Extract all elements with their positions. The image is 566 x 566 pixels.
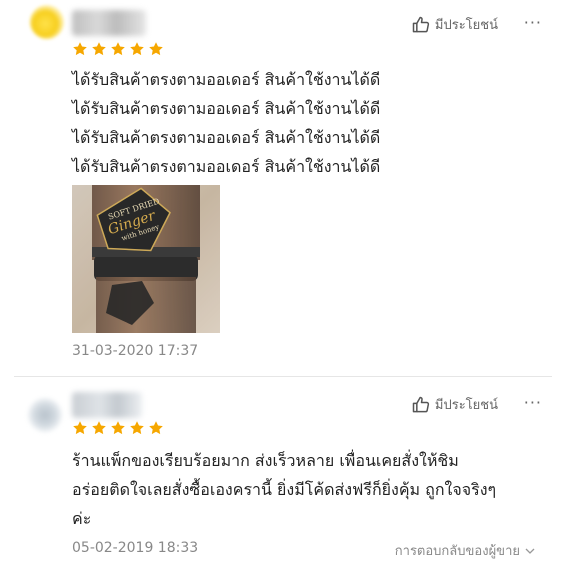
helpful-label: มีประโยชน์ (434, 18, 498, 33)
review-text: ร้านแพ็กของเรียบร้อยมาก ส่งเร็วหลาย เพื่… (72, 446, 536, 533)
star-icon (92, 42, 106, 56)
thumbs-up-icon (412, 16, 429, 32)
username-blurred[interactable] (72, 392, 142, 418)
review-date: 05-02-2019 18:33 (72, 540, 199, 556)
star-icon (111, 421, 125, 435)
username-blurred[interactable] (72, 10, 146, 36)
more-options-icon[interactable]: ··· (524, 15, 542, 31)
review-text-line: ได้รับสินค้าตรงตามออเดอร์ สินค้าใช้งานได… (72, 157, 381, 176)
review-text-line: ได้รับสินค้าตรงตามออเดอร์ สินค้าใช้งานได… (72, 70, 381, 89)
star-icon (149, 421, 163, 435)
star-icon (111, 42, 125, 56)
star-icon (149, 42, 163, 56)
star-icon (130, 421, 144, 435)
review-text-line: ร้านแพ็กของเรียบร้อยมาก ส่งเร็วหลาย เพื่… (72, 451, 459, 470)
avatar[interactable] (30, 5, 64, 39)
review-card: มีประโยชน์ ··· ร้านแพ็กของเรียบร้อยมาก ส… (0, 377, 566, 566)
review-text-line: ได้รับสินค้าตรงตามออเดอร์ สินค้าใช้งานได… (72, 128, 381, 147)
review-text-line: อร่อยติดใจเลยสั่งซื้อเองครานี้ ยิ่งมีโค้… (72, 480, 497, 499)
star-rating (72, 41, 164, 57)
more-options-icon[interactable]: ··· (524, 395, 542, 411)
review-date: 31-03-2020 17:37 (72, 343, 199, 359)
review-text-line: ได้รับสินค้าตรงตามออเดอร์ สินค้าใช้งานได… (72, 99, 381, 118)
thumbs-up-icon (412, 396, 429, 412)
star-icon (73, 421, 87, 435)
chevron-down-icon (525, 548, 535, 554)
star-icon (73, 42, 87, 56)
review-card: มีประโยชน์ ··· ได้รับสินค้าตรงตามออเดอร์… (0, 0, 566, 376)
star-rating (72, 420, 164, 436)
review-photo[interactable]: SOFT DRIED Ginger with honey (72, 185, 220, 333)
avatar[interactable] (28, 398, 62, 432)
star-icon (92, 421, 106, 435)
seller-reply-toggle[interactable]: การตอบกลับของผู้ขาย (395, 540, 536, 561)
seller-reply-label: การตอบกลับของผู้ขาย (394, 544, 520, 559)
helpful-button[interactable]: มีประโยชน์ (411, 394, 498, 415)
review-text: ได้รับสินค้าตรงตามออเดอร์ สินค้าใช้งานได… (72, 65, 536, 181)
helpful-label: มีประโยชน์ (434, 398, 498, 413)
helpful-button[interactable]: มีประโยชน์ (411, 14, 498, 35)
review-text-line: ค่ะ (72, 509, 92, 528)
star-icon (130, 42, 144, 56)
